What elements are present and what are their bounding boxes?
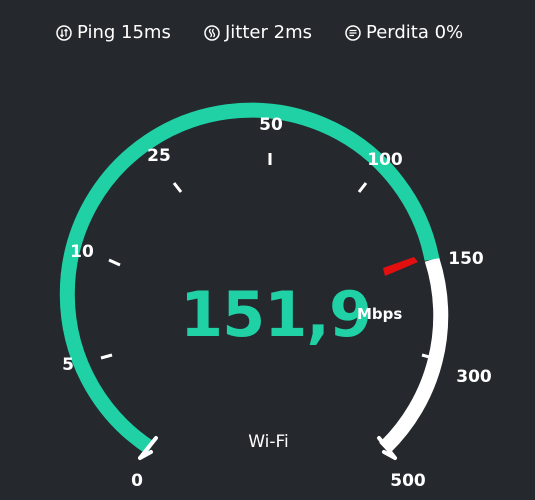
connection-type: Wi-Fi xyxy=(0,432,535,452)
scale-label-150: 150 xyxy=(448,249,484,269)
tick-mark-10 xyxy=(108,258,121,267)
scale-label-50: 50 xyxy=(259,115,283,135)
scale-label-5: 5 xyxy=(62,355,74,375)
connection-type-label: Wi-Fi xyxy=(248,432,289,452)
scale-label-300: 300 xyxy=(456,367,492,387)
speedtest-screen: Ping 15ms Jitter 2ms Perdita 0% 0 5 10 2… xyxy=(0,0,535,500)
scale-label-100: 100 xyxy=(367,150,403,170)
speed-needle xyxy=(383,257,418,276)
scale-label-25: 25 xyxy=(147,146,171,166)
speed-value: 151,9 xyxy=(180,278,372,351)
scale-label-0: 0 xyxy=(131,471,143,491)
tick-mark-5 xyxy=(100,353,113,360)
gauge-arc-remaining xyxy=(379,257,449,454)
speed-gauge: 0 5 10 25 50 100 150 300 500 xyxy=(59,102,492,491)
tick-mark-100 xyxy=(357,182,368,193)
scale-label-10: 10 xyxy=(70,242,94,262)
scale-label-500: 500 xyxy=(390,471,426,491)
speed-unit: Mbps xyxy=(357,305,403,323)
tick-mark-25 xyxy=(172,182,183,193)
